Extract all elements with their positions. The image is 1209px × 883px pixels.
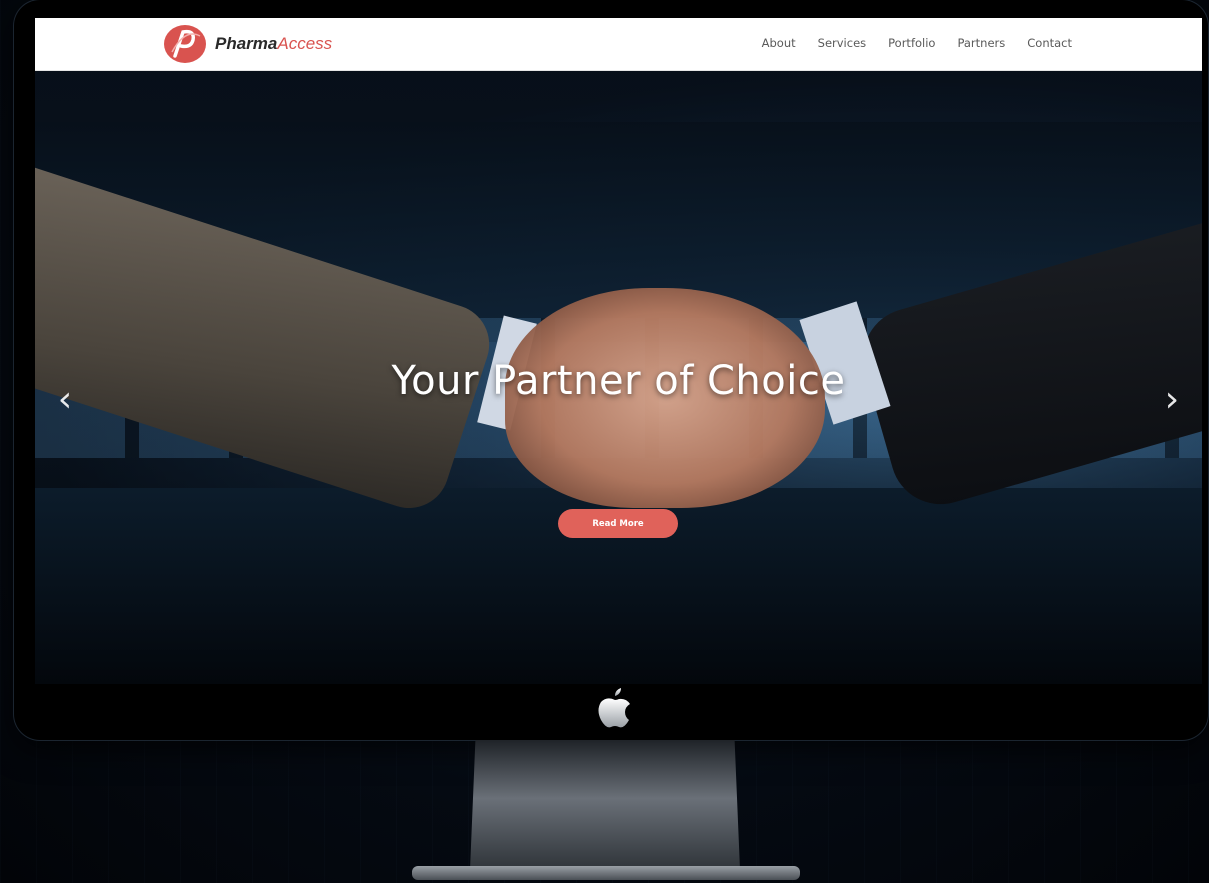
nav-item-services[interactable]: Services (818, 36, 867, 50)
read-more-button[interactable]: Read More (558, 509, 678, 538)
main-nav: About Services Portfolio Partners Contac… (762, 36, 1072, 50)
nav-item-portfolio[interactable]: Portfolio (888, 36, 935, 50)
hero-title: Your Partner of Choice (391, 358, 846, 404)
brand-name-part2: Access (277, 34, 333, 53)
monitor-bezel: PharmaAccess About Services Portfolio Pa… (14, 0, 1208, 740)
monitor-stand (470, 740, 740, 870)
website-screen: PharmaAccess About Services Portfolio Pa… (35, 18, 1202, 684)
apple-logo-icon (597, 686, 633, 730)
brand-name-part1: Pharma (215, 34, 278, 53)
monitor-stand-base (412, 866, 800, 880)
brand-name[interactable]: PharmaAccess (215, 34, 332, 54)
pharmaaccess-logo-icon[interactable] (163, 24, 207, 64)
nav-item-about[interactable]: About (762, 36, 796, 50)
site-navbar: PharmaAccess About Services Portfolio Pa… (35, 18, 1202, 71)
nav-item-partners[interactable]: Partners (957, 36, 1005, 50)
nav-item-contact[interactable]: Contact (1027, 36, 1072, 50)
